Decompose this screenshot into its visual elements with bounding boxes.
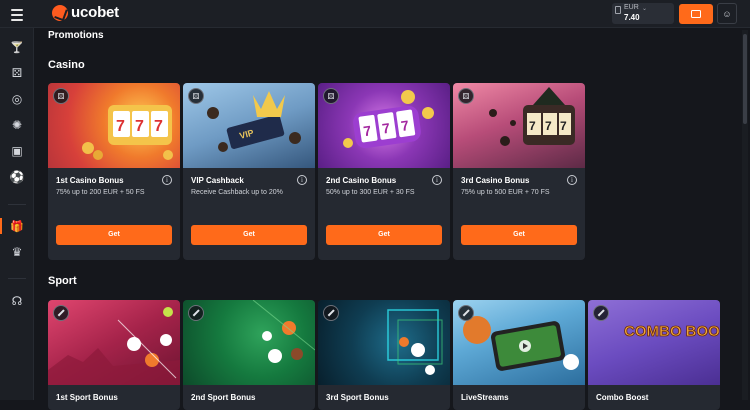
svg-text:7: 7 <box>135 118 144 135</box>
combo-boost-art-text: COMBO BOOST <box>624 323 720 340</box>
promo-card[interactable]: 7 7 7 ⚄ 3rd Casino Bonus i 75% up to 500… <box>453 83 585 260</box>
balance-amount: 7.40 <box>624 13 640 22</box>
sidebar-item-roulette[interactable]: ✺ <box>0 114 34 136</box>
sidebar-item-support[interactable]: ☊ <box>0 290 34 312</box>
promo-card[interactable]: 3rd Sport Bonus <box>318 300 450 410</box>
promo-card[interactable]: VIP ⚄ VIP Cashback i Receive Cashback up… <box>183 83 315 260</box>
promo-title: 2nd Sport Bonus <box>191 393 256 402</box>
sidebar-item-live[interactable]: ▣ <box>0 140 34 162</box>
sidebar: 🍸 ⚄ ◎ ✺ ▣ ⚽ 🎁 ♛ ☊ <box>0 28 34 400</box>
sidebar-item-vip[interactable]: ♛ <box>0 241 34 263</box>
get-button[interactable]: Get <box>461 225 577 245</box>
section-title-casino: Casino <box>48 59 85 71</box>
profile-button[interactable]: ☺ <box>717 3 737 24</box>
sidebar-item-football[interactable]: ⚽ <box>0 166 34 188</box>
promo-description: 50% up to 300 EUR + 30 FS <box>326 189 415 196</box>
get-button[interactable]: Get <box>326 225 442 245</box>
sidebar-divider <box>8 204 26 205</box>
promo-title: 1st Casino Bonus <box>56 176 124 185</box>
promo-card[interactable]: 1st Sport Bonus <box>48 300 180 410</box>
promo-card[interactable]: 7 7 7 ⚄ 1st Casino Bonus i 75% up to 200… <box>48 83 180 260</box>
info-icon[interactable]: i <box>162 175 172 185</box>
cocktail-icon: 🍸 <box>10 41 24 54</box>
promo-card[interactable]: COMBO BOOST Combo Boost <box>588 300 720 410</box>
logo[interactable]: ucobet <box>52 4 119 21</box>
get-button[interactable]: Get <box>191 225 307 245</box>
promo-description: 75% up to 200 EUR + 50 FS <box>56 189 145 196</box>
svg-text:7: 7 <box>545 119 552 133</box>
deposit-button[interactable] <box>679 4 713 24</box>
logo-text: ucobet <box>71 4 119 21</box>
crown-icon: ♛ <box>11 245 23 259</box>
svg-text:7: 7 <box>529 119 536 133</box>
sport-badge-icon <box>188 305 204 321</box>
promo-title: 3rd Casino Bonus <box>461 176 530 185</box>
promo-title: 1st Sport Bonus <box>56 393 118 402</box>
currency-label: EUR <box>624 4 639 11</box>
chevron-down-icon: ⌄ <box>642 6 648 12</box>
wallet-small-icon <box>615 6 621 14</box>
dice-icon: ⚄ <box>11 66 23 80</box>
svg-text:7: 7 <box>116 118 125 135</box>
casino-badge-icon: ⚄ <box>53 88 69 104</box>
promo-card[interactable]: 7 7 7 ⚄ 2nd Casino Bonus i 50% up to 300… <box>318 83 450 260</box>
promo-title: Combo Boost <box>596 393 649 402</box>
sidebar-item-cocktail[interactable]: 🍸 <box>0 36 34 58</box>
top-bar: ucobet EUR ⌄ 7.40 ☺ <box>0 0 750 28</box>
roulette-icon: ✺ <box>11 118 23 132</box>
promo-card[interactable]: 2nd Sport Bonus <box>183 300 315 410</box>
sport-badge-icon <box>323 305 339 321</box>
promo-title: VIP Cashback <box>191 176 244 185</box>
promo-title: 3rd Sport Bonus <box>326 393 389 402</box>
menu-icon[interactable] <box>7 6 27 24</box>
svg-text:7: 7 <box>154 118 163 135</box>
svg-text:7: 7 <box>560 119 567 133</box>
scrollbar-thumb[interactable] <box>743 34 747 124</box>
sport-badge-icon <box>53 305 69 321</box>
promo-title: 2nd Casino Bonus <box>326 176 397 185</box>
sport-ball-icon: ◎ <box>11 92 23 106</box>
sport-badge-icon <box>458 305 474 321</box>
sidebar-item-sport[interactable]: ◎ <box>0 88 34 110</box>
sport-badge-icon <box>593 305 609 321</box>
main-content: Promotions Casino 7 7 7 ⚄ 1st Casino Bon… <box>34 28 750 410</box>
gift-icon: 🎁 <box>10 220 24 233</box>
promo-card[interactable]: LiveStreams <box>453 300 585 410</box>
page-title: Promotions <box>48 30 104 41</box>
promo-title: LiveStreams <box>461 393 509 402</box>
sidebar-divider <box>8 278 26 279</box>
live-icon: ▣ <box>11 144 23 158</box>
support-icon: ☊ <box>11 294 23 308</box>
promo-description: 75% up to 500 EUR + 70 FS <box>461 189 550 196</box>
casino-badge-icon: ⚄ <box>188 88 204 104</box>
logo-mark-icon <box>52 4 68 21</box>
sidebar-item-casino[interactable]: ⚄ <box>0 62 34 84</box>
casino-badge-icon: ⚄ <box>323 88 339 104</box>
wallet-icon <box>691 10 701 18</box>
balance-widget[interactable]: EUR ⌄ 7.40 <box>612 3 674 24</box>
info-icon[interactable]: i <box>297 175 307 185</box>
info-icon[interactable]: i <box>432 175 442 185</box>
get-button[interactable]: Get <box>56 225 172 245</box>
promo-description: Receive Cashback up to 20% <box>191 189 283 196</box>
sidebar-item-promotions[interactable]: 🎁 <box>0 215 34 237</box>
section-title-sport: Sport <box>48 275 77 287</box>
casino-badge-icon: ⚄ <box>458 88 474 104</box>
user-icon: ☺ <box>722 8 732 19</box>
football-icon: ⚽ <box>9 170 25 184</box>
info-icon[interactable]: i <box>567 175 577 185</box>
